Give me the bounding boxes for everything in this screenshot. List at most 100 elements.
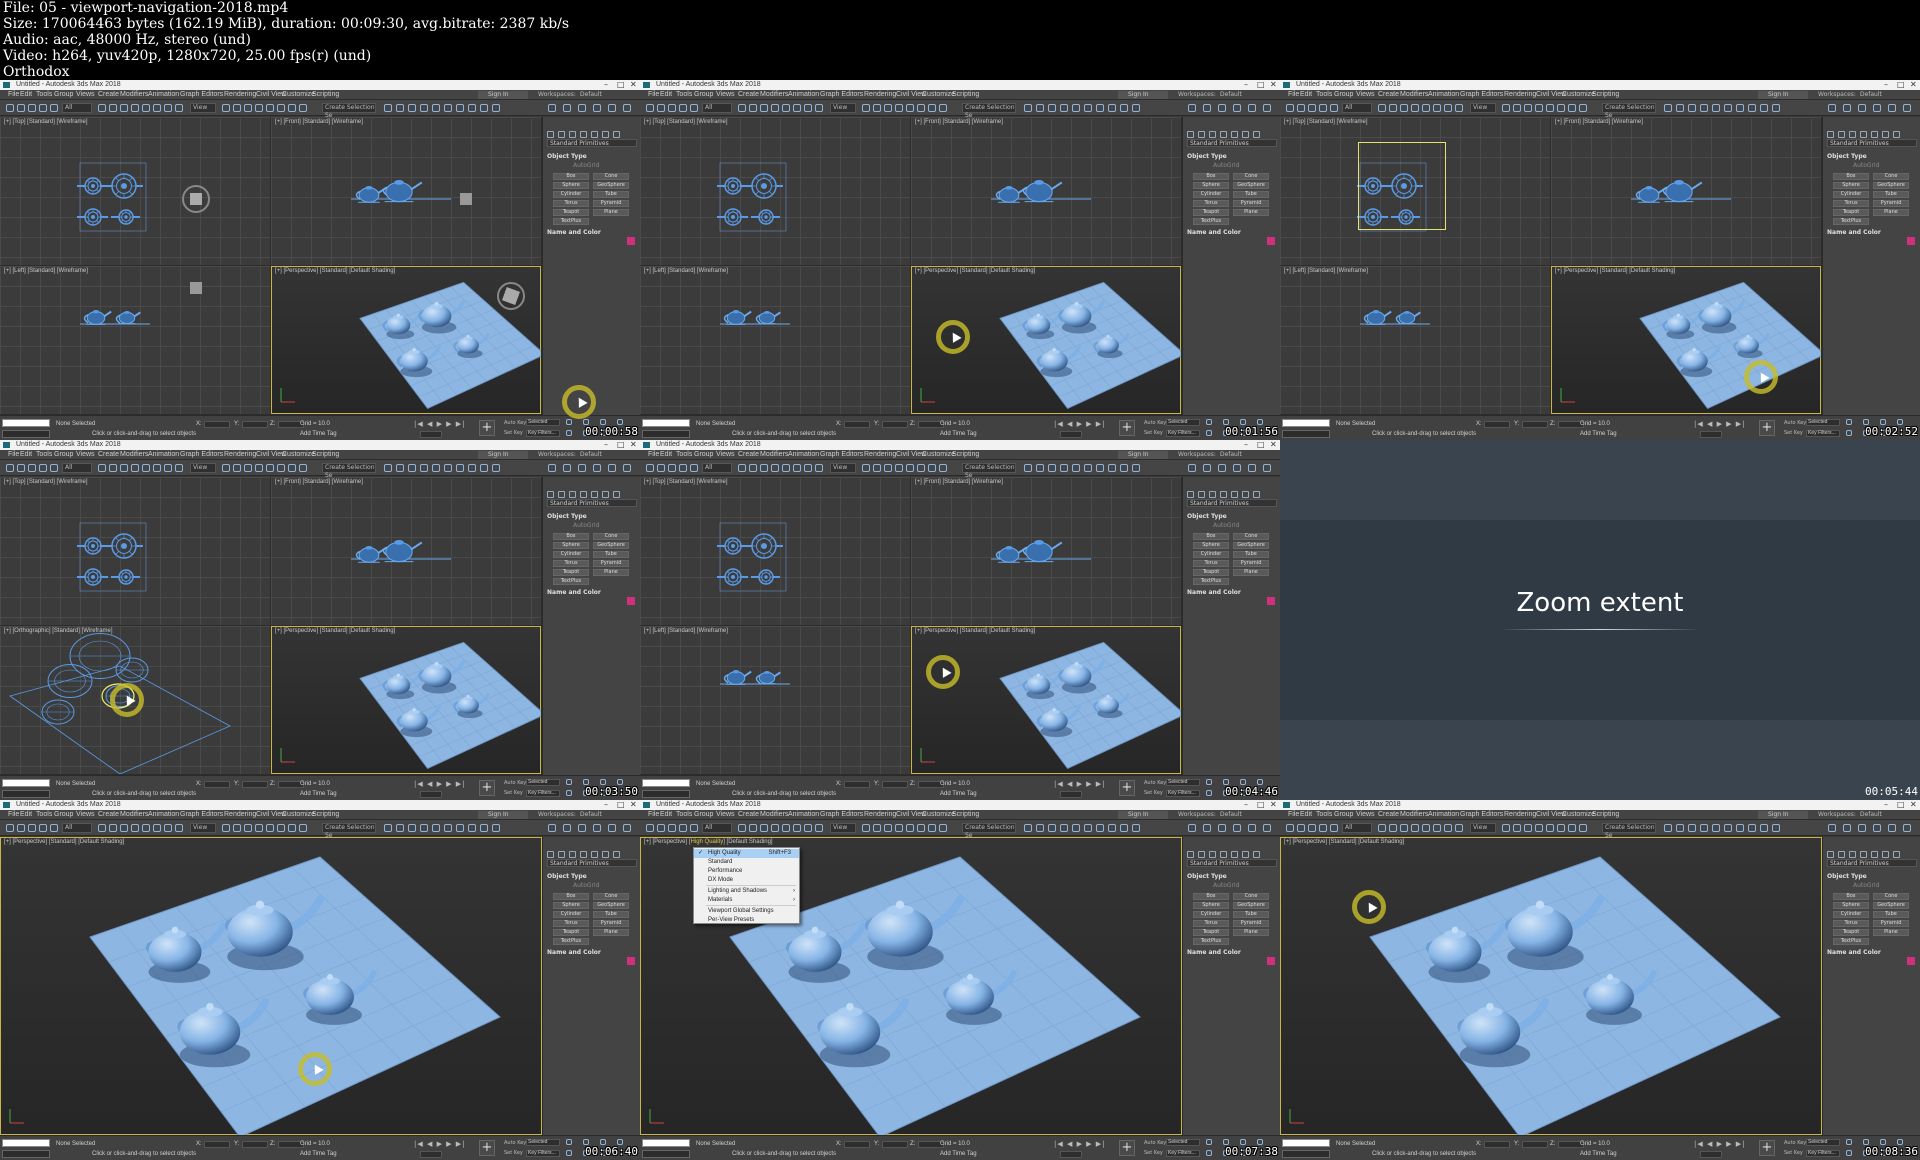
- menu-item-customize[interactable]: Customize: [282, 810, 315, 820]
- create-tab-icon[interactable]: [1828, 824, 1836, 832]
- lights-icon[interactable]: [569, 491, 576, 498]
- select-manipulate-icon[interactable]: [873, 104, 881, 112]
- menu-item-file[interactable]: File: [648, 810, 659, 820]
- sign-in-button[interactable]: Sign In: [478, 811, 528, 819]
- maxscript-mini-listener[interactable]: MAXScript Mi: [2, 430, 50, 438]
- rect-region-icon[interactable]: [120, 464, 128, 472]
- primitive-button-plane[interactable]: Plane: [1233, 569, 1269, 576]
- render-production-icon[interactable]: [492, 464, 500, 472]
- menu-item-graph-editors[interactable]: Graph Editors: [1460, 90, 1503, 100]
- angle-snap-icon[interactable]: [266, 824, 274, 832]
- spinner-snap-icon[interactable]: [1568, 104, 1576, 112]
- menu-item-tools[interactable]: Tools: [36, 90, 52, 100]
- viewport-label[interactable]: [+] [Orthographic] [Standard] [Wireframe…: [4, 628, 113, 634]
- x-coord-field[interactable]: [844, 421, 870, 428]
- modify-tab-icon[interactable]: [1843, 104, 1851, 112]
- set-key-button[interactable]: Set Key: [1144, 790, 1163, 796]
- viewport-front[interactable]: [+] [Front] [Standard] [Wireframe]: [911, 117, 1181, 265]
- viewport-label[interactable]: [+] [Front] [Standard] [Wireframe]: [275, 119, 363, 125]
- percent-snap-icon[interactable]: [1557, 824, 1565, 832]
- snaps-toggle-icon[interactable]: [895, 464, 903, 472]
- reference-coordinate-dropdown[interactable]: View: [830, 463, 856, 473]
- primitive-button-plane[interactable]: Plane: [1233, 929, 1269, 936]
- link-icon[interactable]: [28, 824, 36, 832]
- select-place-icon[interactable]: [815, 104, 823, 112]
- unlink-icon[interactable]: [1319, 824, 1327, 832]
- x-coord-field[interactable]: [844, 781, 870, 788]
- hierarchy-tab-icon[interactable]: [1858, 104, 1866, 112]
- curve-editor-icon[interactable]: [432, 104, 440, 112]
- systems-icon[interactable]: [613, 851, 620, 858]
- current-frame-field[interactable]: [1060, 791, 1082, 798]
- unlink-icon[interactable]: [1319, 104, 1327, 112]
- edit-named-sel-icon[interactable]: [299, 824, 307, 832]
- menu-item-rendering[interactable]: Rendering: [224, 450, 256, 460]
- autogrid-checkbox[interactable]: AutoGrid: [573, 882, 640, 889]
- add-key-button[interactable]: +: [479, 780, 495, 796]
- pan-icon[interactable]: [1846, 1150, 1852, 1156]
- pan-icon[interactable]: [1846, 430, 1852, 436]
- primitive-button-sphere[interactable]: Sphere: [1193, 182, 1229, 189]
- select-by-name-icon[interactable]: [749, 824, 757, 832]
- select-place-icon[interactable]: [815, 824, 823, 832]
- viewport-perspective[interactable]: [+] [Perspective] [Standard] [Default Sh…: [271, 266, 541, 414]
- select-scale-icon[interactable]: [804, 464, 812, 472]
- pivot-center-icon[interactable]: [222, 824, 230, 832]
- geometry-icon[interactable]: [547, 851, 554, 858]
- menu-item-graph-editors[interactable]: Graph Editors: [820, 450, 863, 460]
- edit-named-sel-icon[interactable]: [299, 464, 307, 472]
- menu-item-views[interactable]: Views: [716, 450, 735, 460]
- named-selection-dropdown[interactable]: Create Selection Se: [1602, 823, 1656, 839]
- create-tab-icon[interactable]: [1828, 104, 1836, 112]
- minimize-icon[interactable]: –: [1244, 80, 1248, 90]
- current-frame-field[interactable]: [1700, 1151, 1722, 1158]
- redo-icon[interactable]: [1297, 824, 1305, 832]
- playback-controls[interactable]: |◀ ◀ ▶ ▶ ▶|: [1054, 1140, 1106, 1148]
- primitive-button-plane[interactable]: Plane: [1233, 209, 1269, 216]
- menu-item-scripting[interactable]: Scripting: [1592, 90, 1619, 100]
- snaps-toggle-icon[interactable]: [895, 824, 903, 832]
- rect-region-icon[interactable]: [120, 104, 128, 112]
- select-by-name-icon[interactable]: [109, 824, 117, 832]
- snaps-toggle-icon[interactable]: [1535, 104, 1543, 112]
- close-icon[interactable]: ✕: [1270, 80, 1277, 90]
- primitive-button-sphere[interactable]: Sphere: [1193, 902, 1229, 909]
- viewport-label[interactable]: [+] [Left] [Standard] [Wireframe]: [644, 268, 728, 274]
- rendered-frame-icon[interactable]: [1120, 464, 1128, 472]
- geometry-icon[interactable]: [1187, 851, 1194, 858]
- menu-item-graph-editors[interactable]: Graph Editors: [820, 90, 863, 100]
- menu-item-graph-editors[interactable]: Graph Editors: [180, 450, 223, 460]
- primitive-button-torus[interactable]: Torus: [1833, 200, 1869, 207]
- current-frame-field[interactable]: [420, 791, 442, 798]
- toggle-ribbon-icon[interactable]: [420, 464, 428, 472]
- reference-coordinate-dropdown[interactable]: View: [830, 103, 856, 113]
- utilities-tab-icon[interactable]: [1263, 464, 1271, 472]
- cameras-icon[interactable]: [1860, 851, 1867, 858]
- material-editor-icon[interactable]: [1096, 464, 1104, 472]
- zoom-icon[interactable]: [1846, 419, 1852, 425]
- named-selection-dropdown[interactable]: Create Selection Se: [322, 823, 376, 839]
- close-icon[interactable]: ✕: [1910, 800, 1917, 810]
- material-editor-icon[interactable]: [1096, 824, 1104, 832]
- viewport-label[interactable]: [+] [Top] [Standard] [Wireframe]: [1284, 119, 1368, 125]
- lights-icon[interactable]: [1209, 491, 1216, 498]
- primitive-button-pyramid[interactable]: Pyramid: [593, 920, 629, 927]
- render-setup-icon[interactable]: [1108, 824, 1116, 832]
- render-production-icon[interactable]: [492, 104, 500, 112]
- create-tab-icon[interactable]: [1188, 824, 1196, 832]
- primitive-button-cone[interactable]: Cone: [1233, 173, 1269, 180]
- redo-icon[interactable]: [17, 824, 25, 832]
- material-editor-icon[interactable]: [1736, 104, 1744, 112]
- menu-item-views[interactable]: Views: [1356, 90, 1375, 100]
- workspaces-selector[interactable]: Workspaces: Default: [1818, 811, 1888, 819]
- render-production-icon[interactable]: [1772, 104, 1780, 112]
- primitive-button-plane[interactable]: Plane: [593, 569, 629, 576]
- menu-item-file[interactable]: File: [1288, 90, 1299, 100]
- primitive-button-torus[interactable]: Torus: [553, 560, 589, 567]
- name-and-color-rollout-header[interactable]: Name and Color: [547, 229, 637, 236]
- key-mode-dropdown[interactable]: Selected: [1166, 419, 1200, 426]
- primitive-button-pyramid[interactable]: Pyramid: [1233, 200, 1269, 207]
- geometry-icon[interactable]: [1827, 851, 1834, 858]
- unlink-icon[interactable]: [679, 464, 687, 472]
- primitive-button-teapot[interactable]: Teapot: [553, 569, 589, 576]
